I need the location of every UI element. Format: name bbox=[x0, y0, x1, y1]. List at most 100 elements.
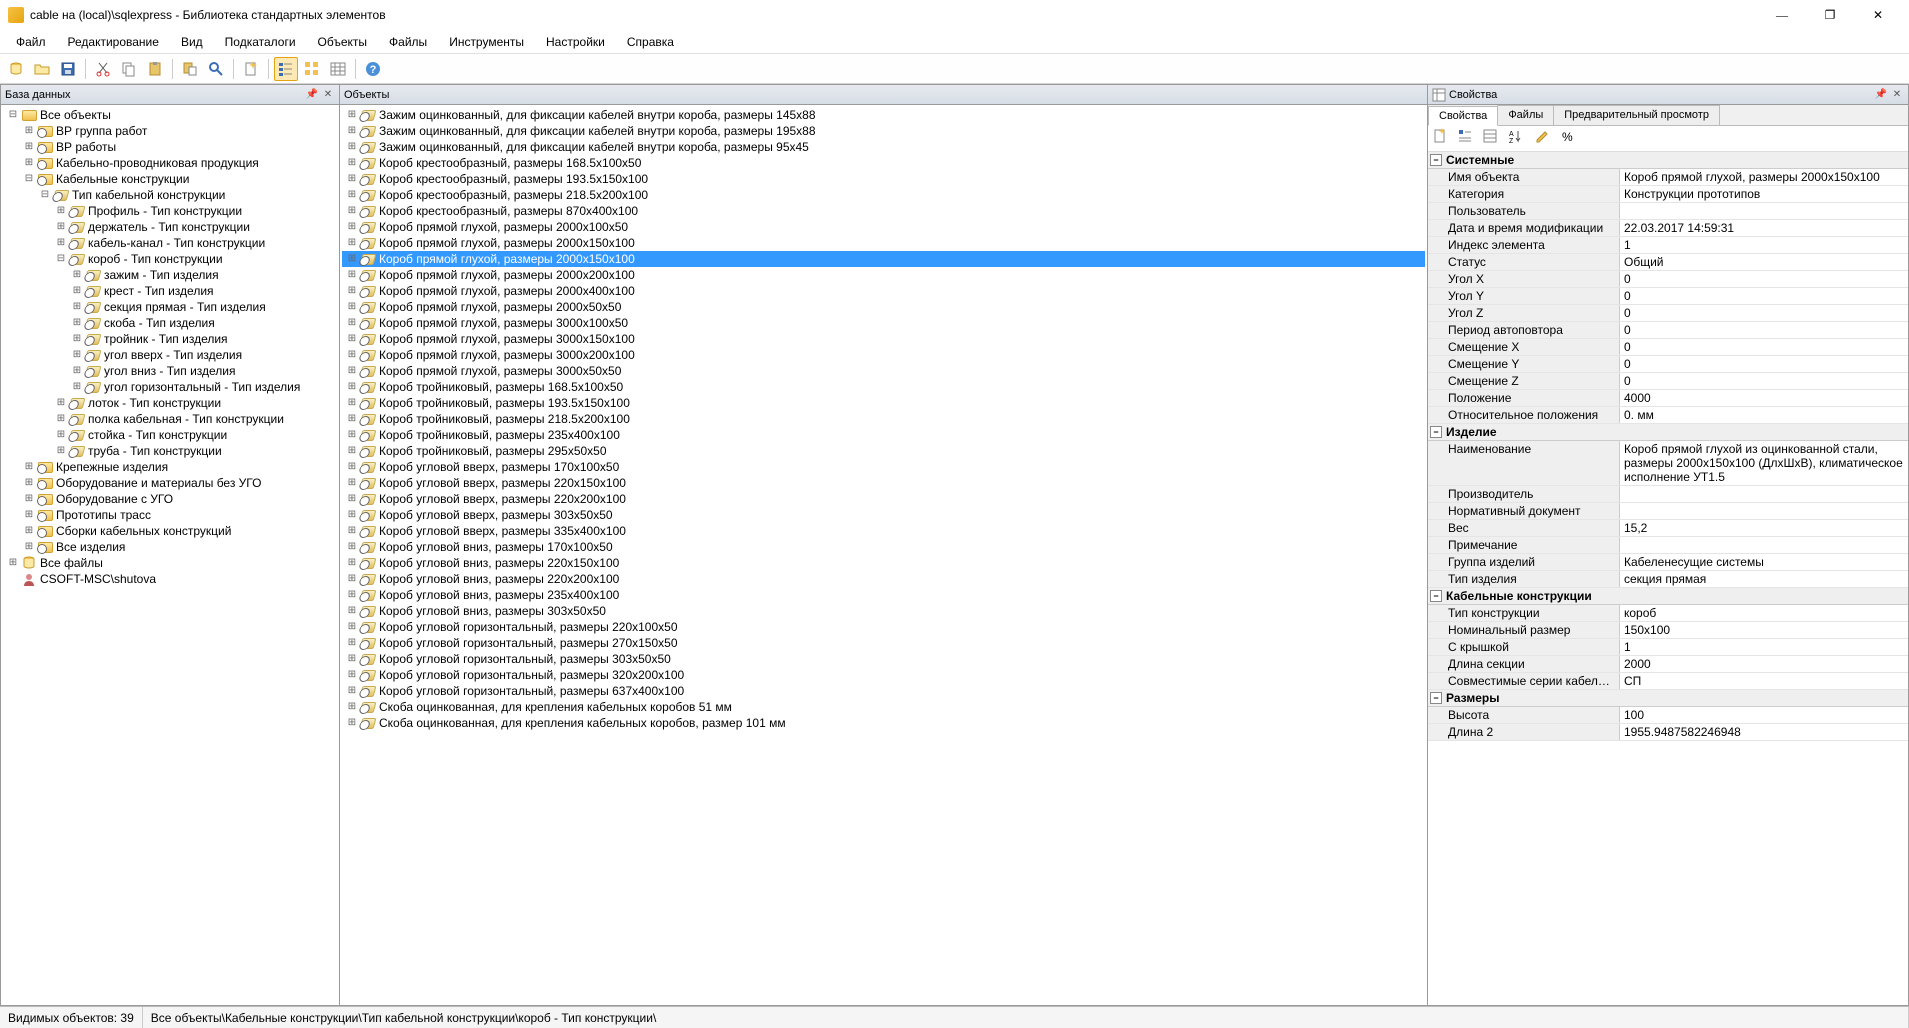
expand-icon[interactable]: ⊞ bbox=[346, 669, 358, 681]
menu-файл[interactable]: Файл bbox=[6, 32, 56, 52]
expand-icon[interactable]: ⊞ bbox=[346, 205, 358, 217]
expand-icon[interactable]: ⊞ bbox=[346, 157, 358, 169]
object-item[interactable]: ⊞Короб прямой глухой, размеры 2000х400х1… bbox=[342, 283, 1425, 299]
expand-icon[interactable]: ⊞ bbox=[346, 301, 358, 313]
expand-icon[interactable]: ⊞ bbox=[346, 525, 358, 537]
db-panel-header[interactable]: База данных 📌 ✕ bbox=[1, 85, 339, 105]
expand-icon[interactable]: ⊞ bbox=[55, 205, 67, 217]
expand-icon[interactable]: ⊞ bbox=[55, 429, 67, 441]
expand-icon[interactable]: ⊞ bbox=[346, 125, 358, 137]
object-item[interactable]: ⊞Короб прямой глухой, размеры 3000х50х50 bbox=[342, 363, 1425, 379]
objects-panel-header[interactable]: Объекты bbox=[340, 85, 1427, 105]
object-item[interactable]: ⊞Короб угловой вверх, размеры 170х100х50 bbox=[342, 459, 1425, 475]
tree-node[interactable]: ⊞скоба - Тип изделия bbox=[3, 315, 337, 331]
prop-row[interactable]: Дата и время модификации22.03.2017 14:59… bbox=[1428, 220, 1908, 237]
cut-icon[interactable] bbox=[91, 57, 115, 81]
prop-value[interactable]: Конструкции прототипов bbox=[1620, 186, 1908, 202]
prop-row[interactable]: Индекс элемента1 bbox=[1428, 237, 1908, 254]
tree-node[interactable]: ⊞Кабельно-проводниковая продукция bbox=[3, 155, 337, 171]
prop-row[interactable]: Смещение Z0 bbox=[1428, 373, 1908, 390]
tab-1[interactable]: Файлы bbox=[1497, 105, 1554, 125]
menu-вид[interactable]: Вид bbox=[171, 32, 213, 52]
tree-node[interactable]: ⊞полка кабельная - Тип конструкции bbox=[3, 411, 337, 427]
expand-icon[interactable]: ⊞ bbox=[71, 349, 83, 361]
expand-icon[interactable]: ⊞ bbox=[346, 221, 358, 233]
prop-value[interactable]: 1 bbox=[1620, 237, 1908, 253]
expand-icon[interactable]: ⊞ bbox=[346, 333, 358, 345]
expand-icon[interactable]: ⊞ bbox=[23, 525, 35, 537]
pin-icon[interactable]: 📌 bbox=[1874, 88, 1888, 102]
expand-icon[interactable]: ⊞ bbox=[346, 109, 358, 121]
prop-new-icon[interactable] bbox=[1432, 128, 1454, 150]
close-button[interactable]: ✕ bbox=[1855, 1, 1901, 29]
property-grid[interactable]: −СистемныеИмя объектаКороб прямой глухой… bbox=[1428, 152, 1908, 1005]
object-item[interactable]: ⊞Короб прямой глухой, размеры 2000х150х1… bbox=[342, 235, 1425, 251]
expand-icon[interactable]: ⊞ bbox=[346, 541, 358, 553]
expand-icon[interactable]: ⊞ bbox=[346, 493, 358, 505]
expand-icon[interactable]: ⊞ bbox=[55, 397, 67, 409]
expand-icon[interactable]: ⊞ bbox=[346, 461, 358, 473]
prop-row[interactable]: Нормативный документ bbox=[1428, 503, 1908, 520]
tree-node[interactable]: ⊞Профиль - Тип конструкции bbox=[3, 203, 337, 219]
expand-icon[interactable]: ⊞ bbox=[346, 141, 358, 153]
expand-icon[interactable]: ⊞ bbox=[23, 493, 35, 505]
prop-row[interactable]: Угол Y0 bbox=[1428, 288, 1908, 305]
tree-node[interactable]: ⊞Оборудование и материалы без УГО bbox=[3, 475, 337, 491]
object-item[interactable]: ⊞Короб прямой глухой, размеры 2000х50х50 bbox=[342, 299, 1425, 315]
object-item[interactable]: ⊞Короб угловой вниз, размеры 220х200х100 bbox=[342, 571, 1425, 587]
save-icon[interactable] bbox=[56, 57, 80, 81]
prop-row[interactable]: Высота100 bbox=[1428, 707, 1908, 724]
prop-row[interactable]: Угол Z0 bbox=[1428, 305, 1908, 322]
expand-icon[interactable]: ⊞ bbox=[55, 445, 67, 457]
expand-icon[interactable]: ⊞ bbox=[346, 653, 358, 665]
prop-row[interactable]: Смещение Y0 bbox=[1428, 356, 1908, 373]
prop-row[interactable]: Вес15,2 bbox=[1428, 520, 1908, 537]
paste-icon[interactable] bbox=[143, 57, 167, 81]
object-item[interactable]: ⊞Короб крестообразный, размеры 168.5х100… bbox=[342, 155, 1425, 171]
tree-node[interactable]: ⊟Все объекты bbox=[3, 107, 337, 123]
prop-row[interactable]: Номинальный размер150х100 bbox=[1428, 622, 1908, 639]
expand-icon[interactable]: ⊞ bbox=[55, 237, 67, 249]
objects-list[interactable]: ⊞Зажим оцинкованный, для фиксации кабеле… bbox=[340, 105, 1427, 1005]
expand-icon[interactable]: ⊞ bbox=[71, 269, 83, 281]
expand-icon[interactable]: ⊞ bbox=[7, 557, 19, 569]
prop-value[interactable]: 0. мм bbox=[1620, 407, 1908, 423]
find-icon[interactable] bbox=[204, 57, 228, 81]
help-icon[interactable]: ? bbox=[361, 57, 385, 81]
object-item[interactable]: ⊞Короб тройниковый, размеры 235х400х100 bbox=[342, 427, 1425, 443]
prop-row[interactable]: СтатусОбщий bbox=[1428, 254, 1908, 271]
expand-icon[interactable]: ⊞ bbox=[71, 333, 83, 345]
prop-row[interactable]: Совместимые серии кабельных...СП bbox=[1428, 673, 1908, 690]
tree-node[interactable]: ⊞зажим - Тип изделия bbox=[3, 267, 337, 283]
tab-2[interactable]: Предварительный просмотр bbox=[1553, 105, 1720, 125]
prop-value[interactable]: секция прямая bbox=[1620, 571, 1908, 587]
expand-icon[interactable]: ⊞ bbox=[346, 717, 358, 729]
prop-value[interactable]: 150х100 bbox=[1620, 622, 1908, 638]
tab-0[interactable]: Свойства bbox=[1428, 106, 1498, 126]
object-item[interactable]: ⊞Короб угловой горизонтальный, размеры 2… bbox=[342, 619, 1425, 635]
prop-categorized-icon[interactable] bbox=[1457, 128, 1479, 150]
object-item[interactable]: ⊞Короб прямой глухой, размеры 2000х100х5… bbox=[342, 219, 1425, 235]
tree-node[interactable]: ⊞угол вниз - Тип изделия bbox=[3, 363, 337, 379]
tree-node[interactable]: ⊞Все изделия bbox=[3, 539, 337, 555]
expand-icon[interactable]: ⊞ bbox=[346, 637, 358, 649]
prop-row[interactable]: Имя объектаКороб прямой глухой, размеры … bbox=[1428, 169, 1908, 186]
expand-icon[interactable]: ⊞ bbox=[346, 317, 358, 329]
collapse-icon[interactable]: − bbox=[1430, 154, 1442, 166]
expand-icon[interactable]: ⊞ bbox=[23, 141, 35, 153]
expand-icon[interactable]: ⊞ bbox=[346, 173, 358, 185]
collapse-icon[interactable]: − bbox=[1430, 692, 1442, 704]
expand-icon[interactable]: ⊞ bbox=[346, 685, 358, 697]
expand-icon[interactable]: ⊞ bbox=[346, 477, 358, 489]
expand-icon[interactable]: ⊞ bbox=[55, 221, 67, 233]
expand-icon[interactable]: ⊞ bbox=[346, 365, 358, 377]
expand-icon[interactable]: ⊞ bbox=[346, 381, 358, 393]
prop-percent-icon[interactable]: % bbox=[1560, 128, 1582, 150]
expand-icon[interactable]: ⊞ bbox=[71, 301, 83, 313]
expand-icon[interactable]: ⊞ bbox=[346, 589, 358, 601]
menu-редактирование[interactable]: Редактирование bbox=[58, 32, 169, 52]
prop-value[interactable] bbox=[1620, 503, 1908, 519]
expand-icon[interactable]: ⊞ bbox=[346, 621, 358, 633]
collapse-icon[interactable]: ⊟ bbox=[55, 253, 67, 265]
prop-value[interactable]: Общий bbox=[1620, 254, 1908, 270]
